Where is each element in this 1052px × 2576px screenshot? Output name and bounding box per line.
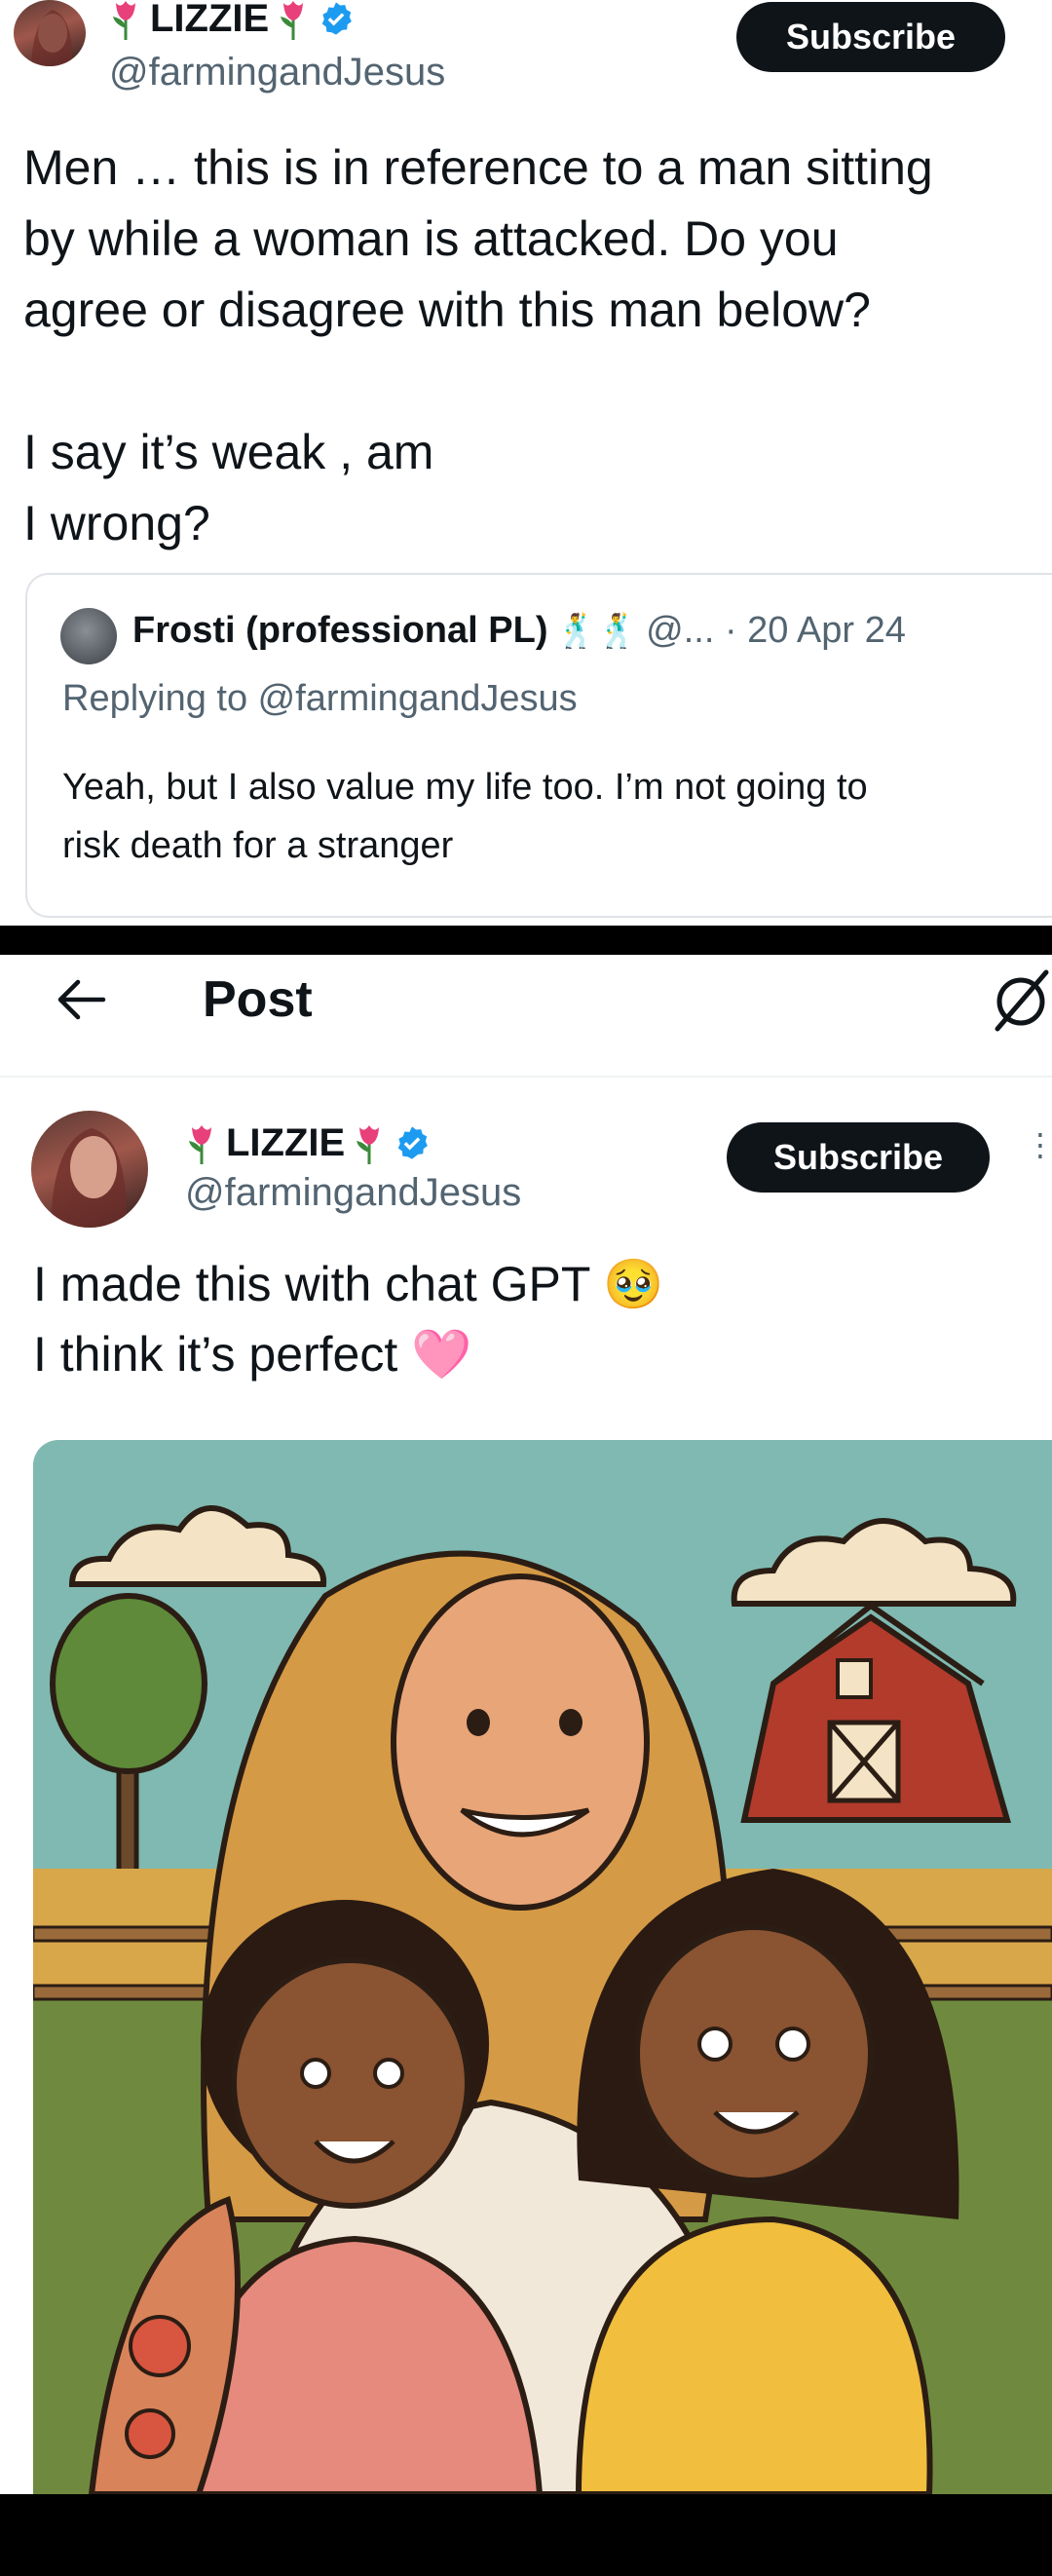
tulip-icon <box>281 1 304 40</box>
quote-handle-date: @... · 20 Apr 24 <box>646 610 906 651</box>
post-image[interactable] <box>33 1440 1052 2494</box>
replying-to[interactable]: Replying to @farmingandJesus <box>62 678 578 720</box>
display-name-text: LIZZIE <box>150 0 270 40</box>
subscribe-button[interactable]: Subscribe <box>736 2 1005 72</box>
grok-icon[interactable] <box>990 965 1052 1035</box>
more-options-icon[interactable]: ⋮ <box>1025 1129 1052 1181</box>
verified-badge-icon <box>321 2 353 35</box>
tulip-icon <box>113 1 135 40</box>
display-name-text: LIZZIE <box>226 1120 346 1164</box>
tulip-icon <box>189 1125 211 1164</box>
post-text-line-1: I made this with chat GPT 🥹 <box>33 1257 664 1311</box>
quote-avatar <box>60 608 117 664</box>
post-text-line-2: I think it’s perfect 🩷 <box>33 1327 472 1382</box>
handle[interactable]: @farmingandJesus <box>109 51 445 95</box>
header-divider <box>0 1076 1052 1078</box>
verified-badge-icon <box>397 1126 429 1159</box>
back-arrow-icon[interactable] <box>51 972 109 1027</box>
display-name[interactable]: LIZZIE <box>109 0 355 43</box>
avatar[interactable] <box>14 0 86 66</box>
bottom-bar <box>0 2494 1052 2576</box>
display-name[interactable]: LIZZIE <box>185 1118 431 1167</box>
quote-text: Yeah, but I also value my life too. I’m … <box>62 767 868 866</box>
page-title: Post <box>203 971 313 1028</box>
screenshot-divider <box>0 926 1052 955</box>
quoted-post[interactable]: Frosti (professional PL) 🕺🕺 @... · 20 Ap… <box>25 573 1052 918</box>
more-options-icon[interactable]: ⋮ <box>1042 6 1052 57</box>
quote-display-name: Frosti (professional PL) <box>132 610 548 651</box>
tulip-icon <box>357 1125 380 1164</box>
post-text: Men … this is in reference to a man sitt… <box>23 140 933 550</box>
handle[interactable]: @farmingandJesus <box>185 1171 521 1215</box>
subscribe-button[interactable]: Subscribe <box>727 1122 990 1193</box>
avatar[interactable] <box>31 1111 148 1228</box>
dancer-emoji-icon: 🕺🕺 <box>555 612 639 650</box>
